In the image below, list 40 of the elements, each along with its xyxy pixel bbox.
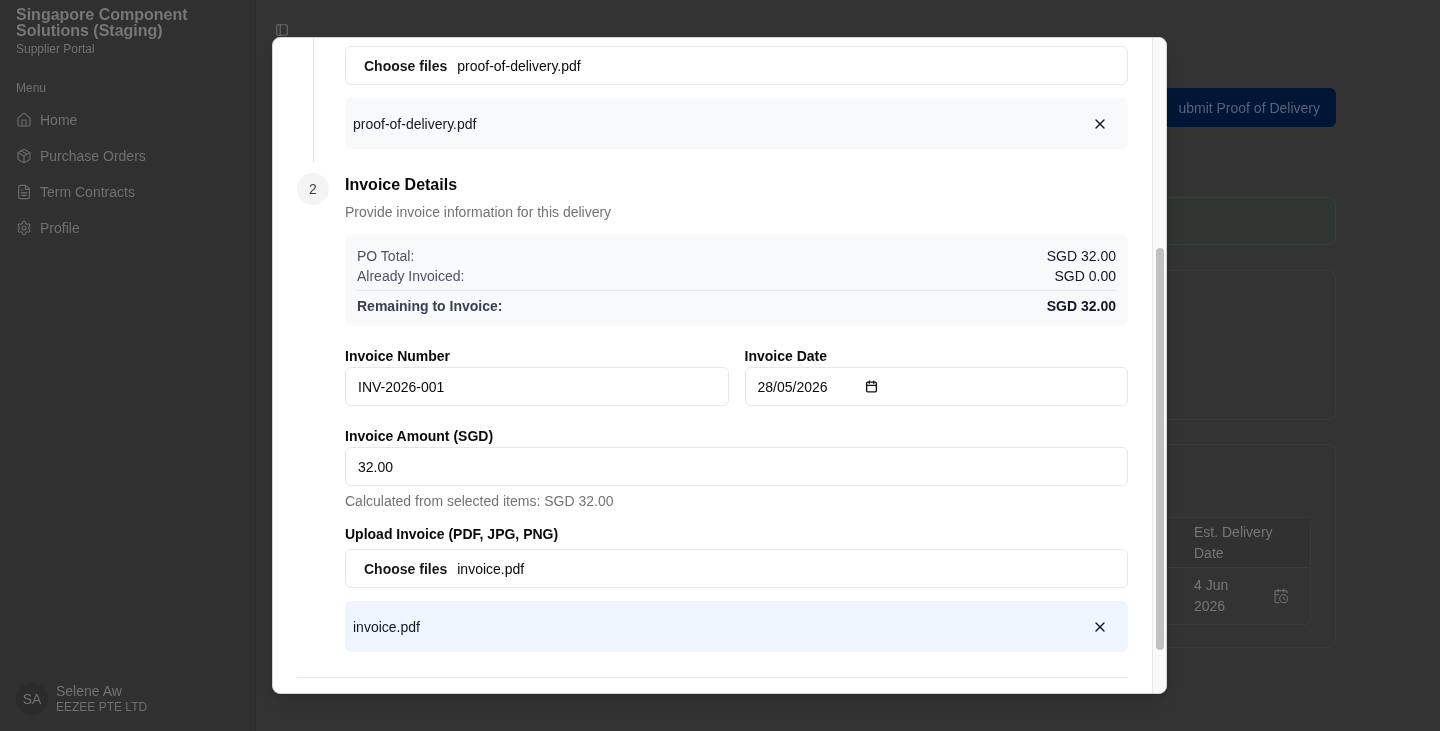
document-icon: [16, 184, 32, 200]
user-avatar: SA: [16, 683, 48, 715]
panel-icon: [275, 23, 289, 37]
summary-value: SGD 32.00: [1046, 297, 1116, 316]
table-header-cell-text: Est. Delivery Date: [1194, 522, 1274, 563]
summary-label: Remaining to Invoice:: [357, 297, 503, 316]
date-input[interactable]: 28/05/2026: [744, 367, 1128, 406]
company-name: EEZEE PTE LTD: [56, 699, 148, 715]
helper-text: Calculated from selected items: SGD 32.00: [345, 492, 615, 511]
amount-input[interactable]: 32.00: [345, 447, 1128, 486]
invoice-number-input[interactable]: INV-2026-001: [345, 367, 729, 406]
summary-value: SGD 32.00: [1046, 247, 1116, 266]
portal-name: Supplier Portal: [16, 41, 96, 57]
step-number: 2: [297, 173, 329, 205]
summary-label: PO Total:: [357, 247, 415, 266]
calendar-clock-icon: [1273, 588, 1289, 604]
field-label: Invoice Date: [744, 347, 828, 366]
summary-label: Already Invoiced:: [357, 267, 465, 286]
field-label: Invoice Number: [345, 347, 452, 366]
field-label: Upload Invoice (PDF, JPG, PNG): [345, 525, 560, 544]
file-name: invoice.pdf: [353, 617, 420, 637]
sidebar-toggle-button[interactable]: [275, 23, 289, 37]
calendar-icon[interactable]: [864, 380, 878, 393]
table-cell-text: 4 Jun 2026: [1194, 576, 1230, 616]
home-icon: [16, 112, 32, 128]
summary-value: SGD 0.00: [1054, 267, 1116, 286]
file-input[interactable]: Choose files proof-of-delivery.pdf: [345, 46, 1128, 85]
user-name: Selene Aw: [56, 683, 123, 699]
organization-name: Singapore Component Solutions (Staging): [16, 5, 189, 39]
field-label: Invoice Amount (SGD): [345, 427, 495, 446]
settings-icon: [16, 220, 32, 236]
file-input[interactable]: Choose files invoice.pdf: [345, 549, 1128, 588]
box-icon: [16, 148, 32, 164]
file-name: proof-of-delivery.pdf: [353, 114, 477, 134]
scrollbar-thumb[interactable]: [1155, 248, 1164, 650]
section-title: Invoice Details: [345, 175, 459, 195]
choose-files-button[interactable]: Choose files: [364, 55, 448, 76]
section-description: Provide invoice information for this delivery: [345, 203, 613, 222]
menu-heading: Menu: [16, 80, 48, 96]
choose-files-button[interactable]: Choose files: [364, 558, 448, 579]
